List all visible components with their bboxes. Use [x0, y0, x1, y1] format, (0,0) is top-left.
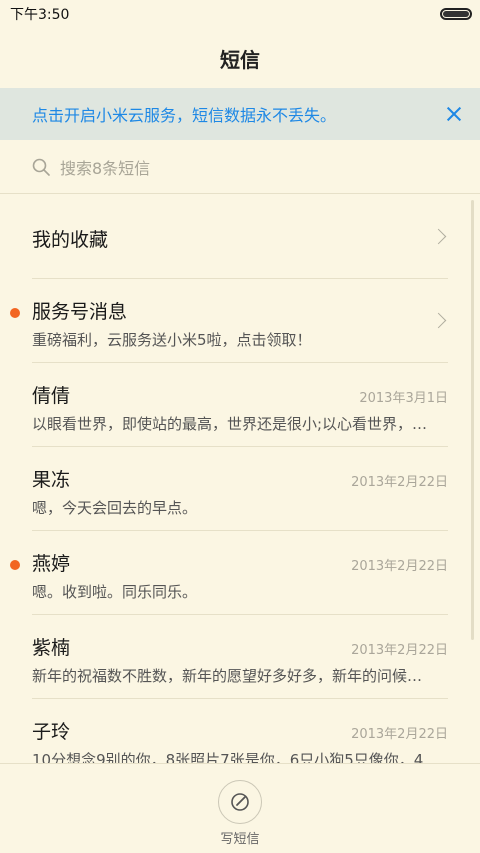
cloud-service-banner[interactable]: 点击开启小米云服务，短信数据永不丢失。 — [0, 88, 480, 140]
compose-label[interactable]: 写短信 — [0, 828, 480, 847]
item-date: 2013年3月1日 — [359, 391, 448, 406]
unread-dot — [10, 308, 20, 318]
status-bar: 下午3:50 — [0, 0, 480, 28]
compose-icon — [231, 793, 249, 811]
search-bar[interactable]: 搜索8条短信 — [0, 140, 480, 194]
bottom-bar: 写短信 — [0, 763, 480, 853]
item-date: 2013年2月22日 — [351, 475, 448, 490]
message-list[interactable]: 我的收藏 服务号消息 重磅福利，云服务送小米5啦，点击领取！ 倩倩 2013年3… — [0, 195, 480, 763]
favorites-item[interactable]: 我的收藏 — [32, 195, 448, 279]
search-input[interactable]: 搜索8条短信 — [60, 155, 150, 179]
compose-button[interactable] — [218, 780, 262, 824]
item-preview: 新年的祝福数不胜数，新年的愿望好多好多，新年的问候… — [32, 667, 423, 685]
thread-item[interactable]: 果冻 2013年2月22日 嗯，今天会回去的早点。 — [32, 447, 448, 531]
status-time: 下午3:50 — [10, 7, 70, 23]
item-date: 2013年2月22日 — [351, 559, 448, 574]
item-name: 服务号消息 — [32, 301, 128, 323]
scrollbar[interactable] — [471, 200, 474, 640]
service-messages-item[interactable]: 服务号消息 重磅福利，云服务送小米5啦，点击领取！ — [10, 279, 448, 363]
item-preview: 10分想念9别的你，8张照片7张是你，6只小狗5只像你，4… — [32, 751, 439, 763]
battery-icon — [440, 8, 472, 20]
thread-item[interactable]: 燕婷 2013年2月22日 嗯。收到啦。同乐同乐。 — [10, 531, 448, 615]
title-bar: 短信 — [0, 28, 480, 88]
unread-dot — [10, 560, 20, 570]
close-icon[interactable] — [444, 104, 464, 124]
item-name: 倩倩 — [32, 385, 71, 407]
item-date: 2013年2月22日 — [351, 727, 448, 742]
chevron-right-icon — [430, 312, 447, 329]
item-preview: 嗯。收到啦。同乐同乐。 — [32, 583, 198, 601]
item-name: 子玲 — [32, 721, 71, 743]
item-name: 果冻 — [32, 469, 71, 491]
item-name: 紫楠 — [32, 637, 71, 659]
banner-text[interactable]: 点击开启小米云服务，短信数据永不丢失。 — [32, 102, 336, 126]
item-date: 2013年2月22日 — [351, 643, 448, 658]
item-preview: 重磅福利，云服务送小米5啦，点击领取！ — [32, 331, 312, 349]
item-name: 燕婷 — [32, 553, 71, 575]
search-icon — [32, 158, 50, 176]
thread-item[interactable]: 紫楠 2013年2月22日 新年的祝福数不胜数，新年的愿望好多好多，新年的问候… — [32, 615, 448, 699]
favorites-label: 我的收藏 — [32, 229, 109, 251]
thread-item[interactable]: 子玲 2013年2月22日 10分想念9别的你，8张照片7张是你，6只小狗5只像… — [32, 699, 448, 763]
item-preview: 嗯，今天会回去的早点。 — [32, 499, 198, 517]
chevron-right-icon — [430, 228, 447, 245]
item-preview: 以眼看世界，即使站的最高，世界还是很小;以心看世界，… — [32, 415, 428, 433]
page-title: 短信 — [220, 47, 260, 72]
thread-item[interactable]: 倩倩 2013年3月1日 以眼看世界，即使站的最高，世界还是很小;以心看世界，… — [32, 363, 448, 447]
